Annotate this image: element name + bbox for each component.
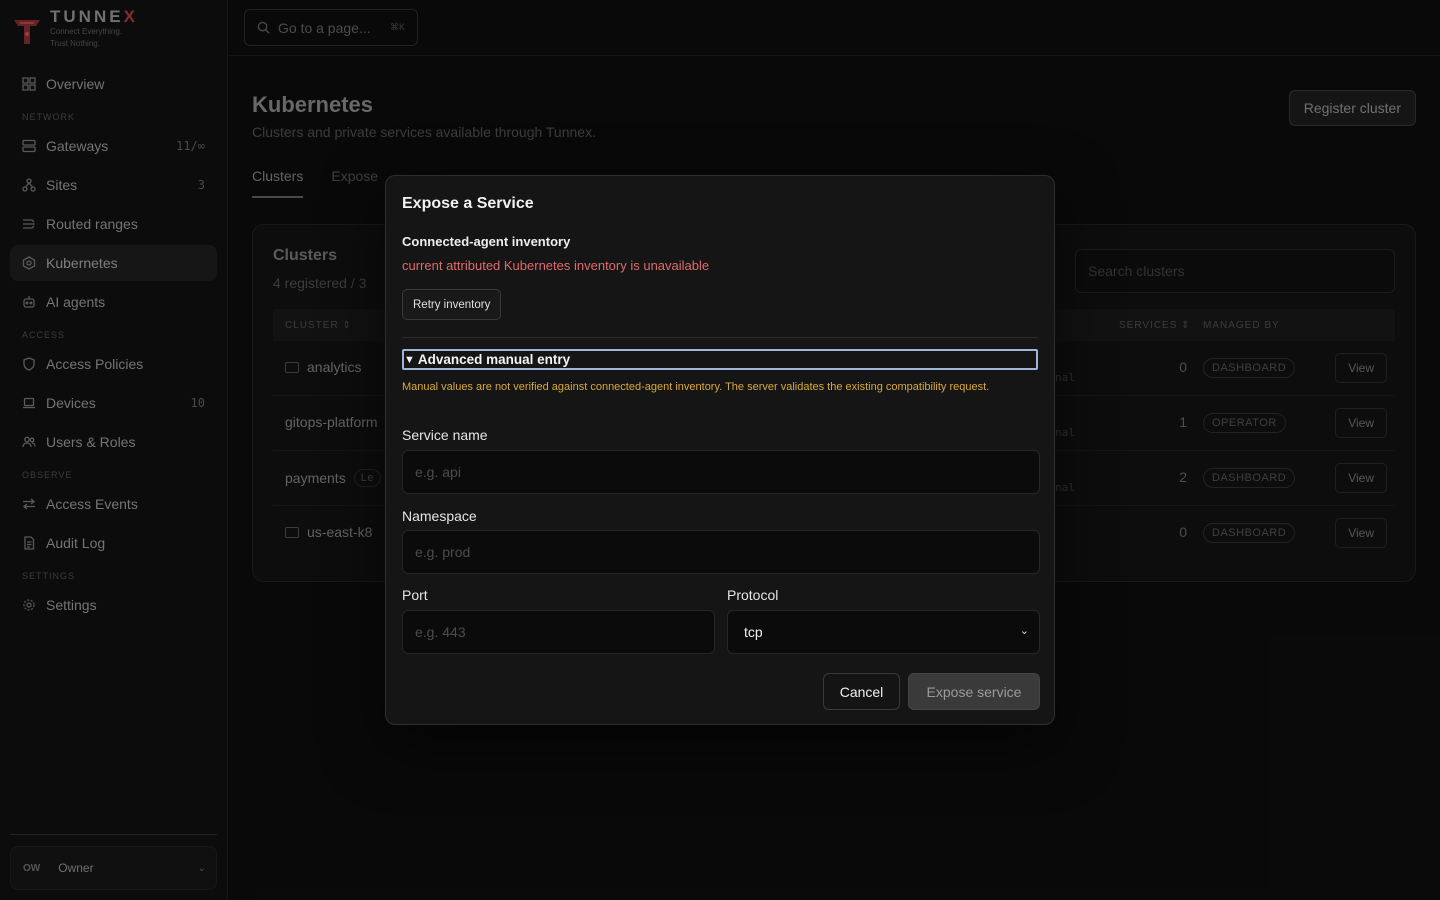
- protocol-select[interactable]: tcp ⌄: [727, 610, 1040, 654]
- advanced-manual-entry-toggle[interactable]: ▼ Advanced manual entry: [402, 349, 1038, 370]
- protocol-label: Protocol: [727, 587, 779, 603]
- dialog-divider: [402, 337, 1038, 338]
- advanced-summary-label: Advanced manual entry: [417, 352, 571, 367]
- disclosure-triangle-icon: ▼: [404, 353, 415, 366]
- advanced-warning: Manual values are not verified against c…: [402, 381, 990, 393]
- namespace-input[interactable]: [402, 530, 1040, 574]
- service-name-input[interactable]: [402, 450, 1040, 494]
- port-label: Port: [402, 587, 428, 603]
- dialog-title: Expose a Service: [402, 195, 534, 212]
- namespace-label: Namespace: [402, 508, 477, 524]
- expose-service-button[interactable]: Expose service: [908, 673, 1040, 710]
- inventory-error: current attributed Kubernetes inventory …: [402, 258, 710, 273]
- expose-service-dialog: Expose a Service Connected-agent invento…: [385, 175, 1055, 725]
- port-input[interactable]: [402, 610, 715, 654]
- cancel-button[interactable]: Cancel: [823, 673, 900, 710]
- chevron-down-icon: ⌄: [1019, 625, 1029, 637]
- protocol-value: tcp: [744, 624, 763, 640]
- retry-inventory-button[interactable]: Retry inventory: [402, 289, 502, 320]
- inventory-title: Connected-agent inventory: [402, 234, 571, 249]
- service-name-label: Service name: [402, 427, 488, 443]
